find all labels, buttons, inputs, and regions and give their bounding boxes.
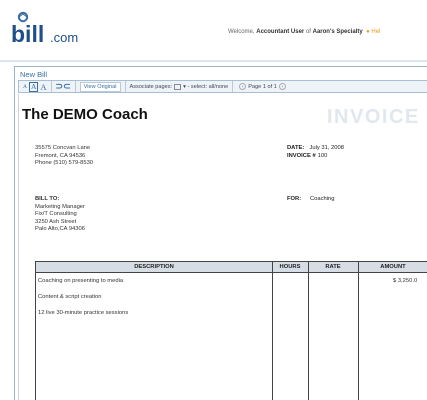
zoom-medium-button[interactable]: A: [28, 81, 39, 92]
welcome-message: Welcome, Accountant User of Aaron's Spec…: [228, 29, 380, 35]
company-link[interactable]: Aaron's Specialty: [313, 29, 363, 35]
bill-to-line: Palo Alto,CA 94306: [35, 226, 85, 232]
associate-pages-label: Associate pages:: [129, 83, 173, 90]
header-divider: [0, 60, 427, 62]
table-row-amount: $ 3,250.0: [393, 278, 418, 284]
next-page-icon[interactable]: ›: [278, 83, 286, 90]
select-all-none-link[interactable]: select: all/none: [191, 84, 228, 90]
column-divider: [272, 262, 273, 400]
for-label: FOR:: [287, 196, 302, 202]
zoom-controls: A A A: [19, 81, 52, 92]
bill-to-line: Marketing Manager: [35, 203, 85, 210]
col-header-hours: HOURS: [279, 264, 301, 270]
invoice-number-label: INVOICE #: [287, 152, 316, 159]
company-address: 35575 Concvan Lane Fremont, CA 94536 Pho…: [35, 145, 93, 168]
view-original-button[interactable]: View Original: [76, 81, 126, 92]
column-divider: [308, 262, 309, 400]
address-phone: Phone (510) 579-8530: [35, 160, 94, 166]
invoice-number-row: INVOICE #100: [287, 153, 344, 161]
column-divider: [358, 262, 359, 400]
invoice-watermark: INVOICE: [327, 106, 420, 128]
invoice-company-name: The DEMO Coach: [22, 106, 148, 123]
address-line: 35575 Concvan Lane: [35, 145, 91, 151]
date-value: July 31, 2008: [309, 145, 344, 151]
associate-pages-control: Associate pages: ▾ - select: all/none: [126, 81, 234, 92]
page-info: Page 1 of 1: [248, 83, 277, 90]
bill-to-label: BILL TO:: [35, 196, 60, 202]
table-row-description: Coaching on presenting to media: [38, 278, 124, 284]
welcome-user: Accountant User: [256, 29, 305, 35]
welcome-prefix: Welcome,: [228, 29, 255, 35]
associate-checkbox-icon[interactable]: [174, 83, 182, 90]
table-row-description: 12 live 30-minute practice sessions: [38, 310, 129, 316]
svg-text:bill: bill: [11, 21, 44, 47]
app-header: bill .com Welcome, Accountant User of Aa…: [0, 0, 427, 62]
col-header-rate: RATE: [325, 264, 341, 270]
view-original-label[interactable]: View Original: [79, 81, 121, 92]
invoice-number-value: 100: [317, 152, 328, 159]
line-items-table: DESCRIPTION HOURS RATE AMOUNT Coaching o…: [35, 261, 427, 400]
date-label: DATE:: [287, 145, 305, 151]
table-row-description: Content & script creation: [38, 294, 102, 300]
rotate-buttons[interactable]: ⊃⊂: [52, 81, 76, 92]
page-navigator: ‹ Page 1 of 1 ›: [233, 81, 292, 92]
prev-page-icon[interactable]: ‹: [239, 83, 247, 90]
welcome-of: of: [305, 29, 311, 35]
for-value: Coaching: [310, 196, 335, 202]
page-title: New Bill: [20, 70, 48, 79]
document-toolbar: A A A ⊃⊂ View Original Associate pages: …: [18, 80, 427, 93]
bill-com-logo[interactable]: bill .com: [10, 10, 90, 50]
bill-to-line: Fix/T Consulting: [35, 211, 77, 217]
dropdown-arrow-icon[interactable]: ▾: [183, 84, 186, 90]
zoom-large-button[interactable]: A: [40, 82, 46, 92]
address-line: Fremont, CA 94536: [35, 152, 86, 159]
bill-to-line: 3250 Ash Street: [35, 218, 77, 225]
for-row: FOR: Coaching: [287, 196, 335, 202]
date-row: DATE: July 31, 2008: [287, 145, 344, 153]
bill-to-block: BILL TO: Marketing Manager Fix/T Consult…: [35, 196, 85, 234]
help-label[interactable]: Hel: [371, 29, 380, 35]
svg-text:.com: .com: [50, 30, 78, 45]
help-link[interactable]: ● Hel: [366, 29, 380, 35]
col-header-amount: AMOUNT: [380, 264, 406, 270]
invoice-meta: DATE: July 31, 2008 INVOICE #100: [287, 145, 344, 160]
table-header: DESCRIPTION HOURS RATE AMOUNT: [36, 262, 427, 273]
zoom-small-button[interactable]: A: [23, 84, 27, 90]
col-header-description: DESCRIPTION: [134, 264, 174, 270]
rotate-icon[interactable]: ⊃⊂: [56, 81, 71, 92]
